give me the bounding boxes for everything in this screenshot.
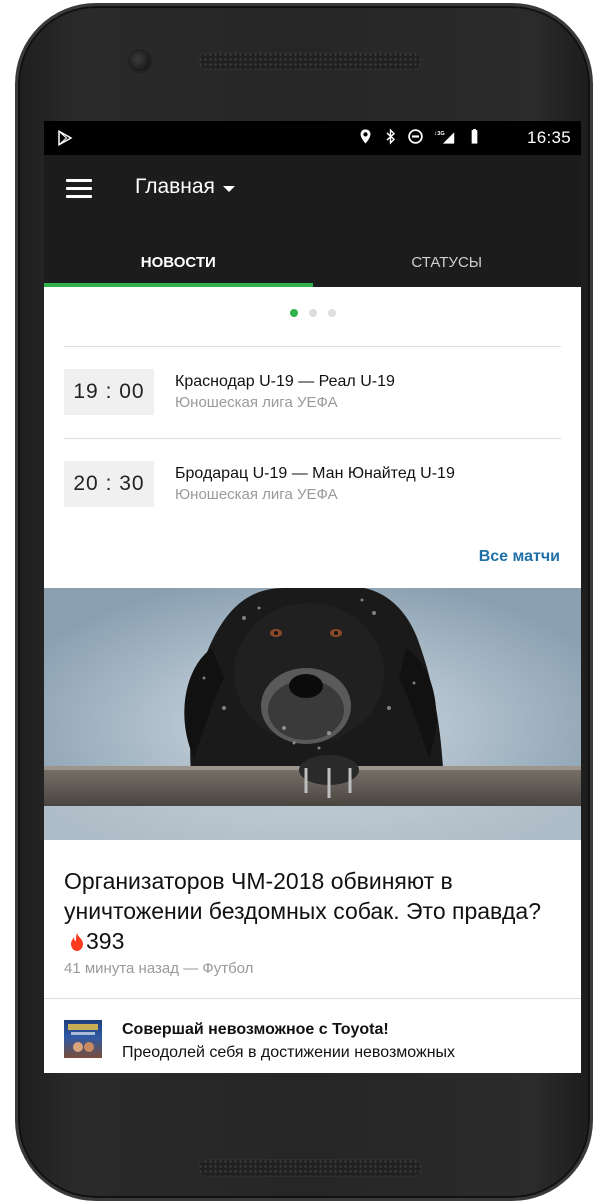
match-time: 19 : 00 — [64, 369, 154, 415]
tab-statuses-label: СТАТУСЫ — [411, 253, 483, 271]
pager-dot-2[interactable] — [308, 309, 317, 317]
news-headline[interactable]: Организаторов ЧМ-2018 обвиняют в уничтож… — [64, 866, 564, 956]
match-league: Юношеская лига УЕФА — [175, 486, 338, 503]
dog-photo — [44, 588, 581, 840]
front-camera — [130, 51, 150, 71]
hamburger-menu-icon[interactable] — [66, 179, 92, 199]
screen: ↕3G 16:35 Главная НОВОСТИ СТАТУСЫ 19: 0… — [44, 121, 581, 1073]
ad-text: Преодолей себя в достижении невозможных — [122, 1044, 456, 1061]
match-row[interactable]: 20 : 30 Бродарац U-19 — Ман Юнайтед U-19… — [64, 439, 561, 529]
match-teams: Бродарац U-19 — Ман Юнайтед U-19 — [175, 465, 455, 482]
svg-text:↕3G: ↕3G — [434, 131, 445, 137]
pager-dot-1[interactable] — [289, 309, 298, 317]
tab-bar: НОВОСТИ СТАТУСЫ — [44, 237, 581, 287]
divider — [44, 998, 581, 999]
play-store-icon — [58, 129, 73, 147]
match-time: 20 : 30 — [64, 461, 154, 507]
tab-news-label: НОВОСТИ — [140, 253, 216, 271]
app-bar: Главная НОВОСТИ СТАТУСЫ — [44, 155, 581, 287]
earpiece-speaker — [198, 52, 422, 70]
bluetooth-icon — [386, 128, 396, 145]
all-matches-link[interactable]: Все матчи — [479, 548, 560, 566]
match-league: Юношеская лига УЕФА — [175, 394, 338, 411]
page-title: Главная — [135, 175, 215, 198]
news-feed[interactable]: 19 : 00 Краснодар U-19 — Реал U-19 Юноше… — [44, 287, 581, 1073]
bottom-speaker — [198, 1159, 422, 1177]
news-title-text: Организаторов ЧМ-2018 обвиняют в уничтож… — [64, 868, 542, 924]
battery-icon — [471, 129, 478, 144]
status-time: 16:35 — [526, 128, 571, 147]
ad-thumbnail — [64, 1020, 102, 1058]
caret-down-icon — [222, 185, 235, 192]
location-icon — [360, 129, 371, 144]
ad-title: Совершай невозможное с Toyota! — [122, 1021, 389, 1038]
pager-dot-3[interactable] — [327, 309, 336, 317]
status-bar: ↕3G 16:35 — [44, 121, 581, 155]
dnd-icon — [408, 129, 423, 144]
news-image[interactable] — [44, 588, 581, 840]
pager-dots — [44, 309, 581, 317]
tab-news[interactable]: НОВОСТИ — [44, 237, 313, 287]
fire-icon — [71, 933, 83, 951]
ad-banner[interactable]: Совершай невозможное с Toyota! Преодолей… — [44, 998, 581, 1073]
comment-count: 393 — [86, 928, 125, 954]
match-teams: Краснодар U-19 — Реал U-19 — [175, 373, 395, 390]
news-meta: 41 минута назад — Футбол — [64, 960, 254, 977]
match-row[interactable]: 19 : 00 Краснодар U-19 — Реал U-19 Юноше… — [64, 347, 561, 437]
status-icons: ↕3G — [357, 128, 483, 145]
section-dropdown[interactable]: Главная — [135, 175, 235, 199]
tab-statuses[interactable]: СТАТУСЫ — [313, 237, 582, 287]
signal-icon: ↕3G — [434, 131, 455, 144]
